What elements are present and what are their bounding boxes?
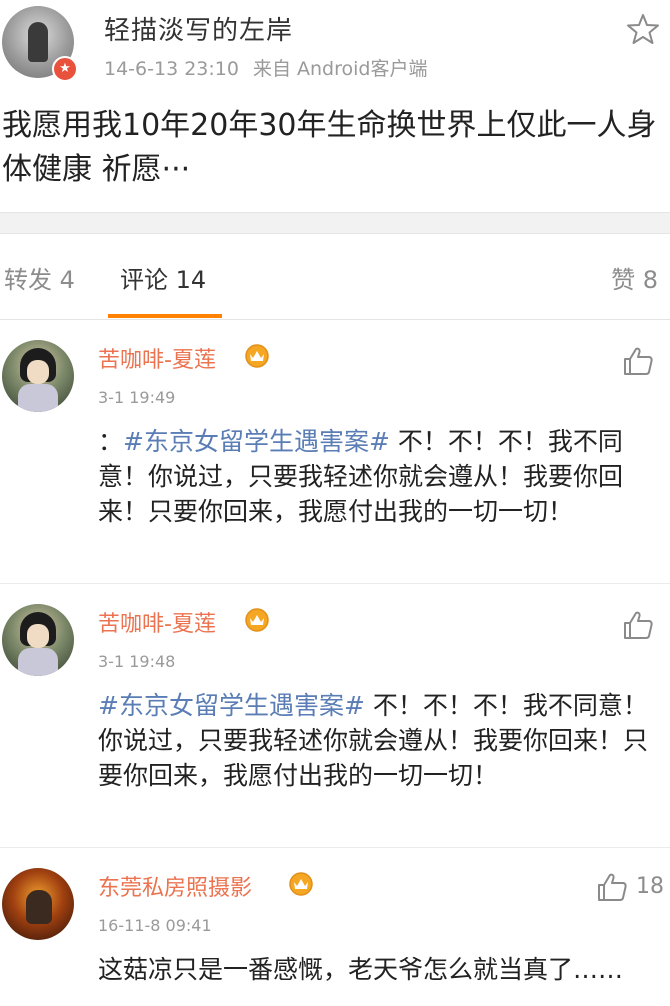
comment-prefix: ： xyxy=(98,427,124,456)
avatar-body xyxy=(18,648,58,676)
verified-badge-icon: ★ xyxy=(52,56,78,82)
post-text: 我愿用我10年20年30年生命换世界上仅此一人身体健康 祈愿··· xyxy=(2,108,657,187)
comment-item: 苦咖啡-夏莲 3-1 19:48 #东京女留学生遇害案# 不！不！不！我不同意！… xyxy=(0,584,670,848)
comment-item: 苦咖啡-夏莲 3-1 19:49 ：#东京女留学生遇害案# 不！不！不！我不同意… xyxy=(0,320,670,584)
tab-comments[interactable]: 评论 14 xyxy=(120,260,206,295)
author-name[interactable]: 轻描淡写的左岸 xyxy=(104,10,293,47)
avatar-face xyxy=(27,624,49,648)
like-count: 18 xyxy=(636,874,664,899)
commenter-avatar[interactable] xyxy=(2,868,74,940)
hashtag-link[interactable]: #东京女留学生遇害案# xyxy=(98,691,365,720)
favorite-star-icon[interactable] xyxy=(626,12,660,46)
commenter-avatar[interactable] xyxy=(2,340,74,412)
post-meta: 14-6-13 23:10 来自 Android客户端 xyxy=(104,54,427,81)
commenter-name[interactable]: 苦咖啡-夏莲 xyxy=(98,342,216,374)
like-thumb-icon[interactable] xyxy=(622,610,654,640)
interaction-tabs: 转发 4 评论 14 赞 8 xyxy=(0,234,670,320)
vip-crown-icon xyxy=(289,872,313,896)
vip-crown-icon xyxy=(245,344,269,368)
section-divider xyxy=(0,212,670,234)
avatar-face xyxy=(27,360,49,384)
like-thumb-icon[interactable] xyxy=(622,346,654,376)
avatar-figure xyxy=(28,22,48,62)
comment-text: 这菇凉只是一番感慨，老天爷怎么就当真了…… xyxy=(98,952,662,987)
commenter-name[interactable]: 东莞私房照摄影 xyxy=(98,870,252,902)
vip-crown-icon xyxy=(245,608,269,632)
active-tab-indicator xyxy=(108,314,222,318)
comment-item: 东莞私房照摄影 18 16-11-8 09:41 这菇凉只是一番感慨，老天爷怎么… xyxy=(0,848,670,1006)
post-source: 来自 Android客户端 xyxy=(252,58,428,80)
comment-time: 3-1 19:48 xyxy=(98,652,176,671)
post-time: 14-6-13 23:10 xyxy=(104,58,239,80)
comment-body: 这菇凉只是一番感慨，老天爷怎么就当真了…… xyxy=(98,955,624,984)
hashtag-link[interactable]: #东京女留学生遇害案# xyxy=(123,427,390,456)
comment-text: #东京女留学生遇害案# 不！不！不！我不同意！你说过，只要我轻述你就会遵从！我要… xyxy=(98,688,662,793)
comment-time: 16-11-8 09:41 xyxy=(98,916,212,935)
comment-time: 3-1 19:49 xyxy=(98,388,176,407)
tab-repost[interactable]: 转发 4 xyxy=(4,260,75,295)
like-thumb-icon[interactable] xyxy=(596,872,628,902)
avatar-body xyxy=(18,384,58,412)
original-post: ★ 轻描淡写的左岸 14-6-13 23:10 来自 Android客户端 我愿用… xyxy=(0,0,670,212)
tab-likes[interactable]: 赞 8 xyxy=(611,260,658,295)
commenter-avatar[interactable] xyxy=(2,604,74,676)
avatar-figure xyxy=(26,890,52,924)
commenter-name[interactable]: 苦咖啡-夏莲 xyxy=(98,606,216,638)
weibo-detail-page: ★ 轻描淡写的左岸 14-6-13 23:10 来自 Android客户端 我愿用… xyxy=(0,0,670,1006)
comment-text: ：#东京女留学生遇害案# 不！不！不！我不同意！你说过，只要我轻述你就会遵从！我… xyxy=(98,424,662,529)
